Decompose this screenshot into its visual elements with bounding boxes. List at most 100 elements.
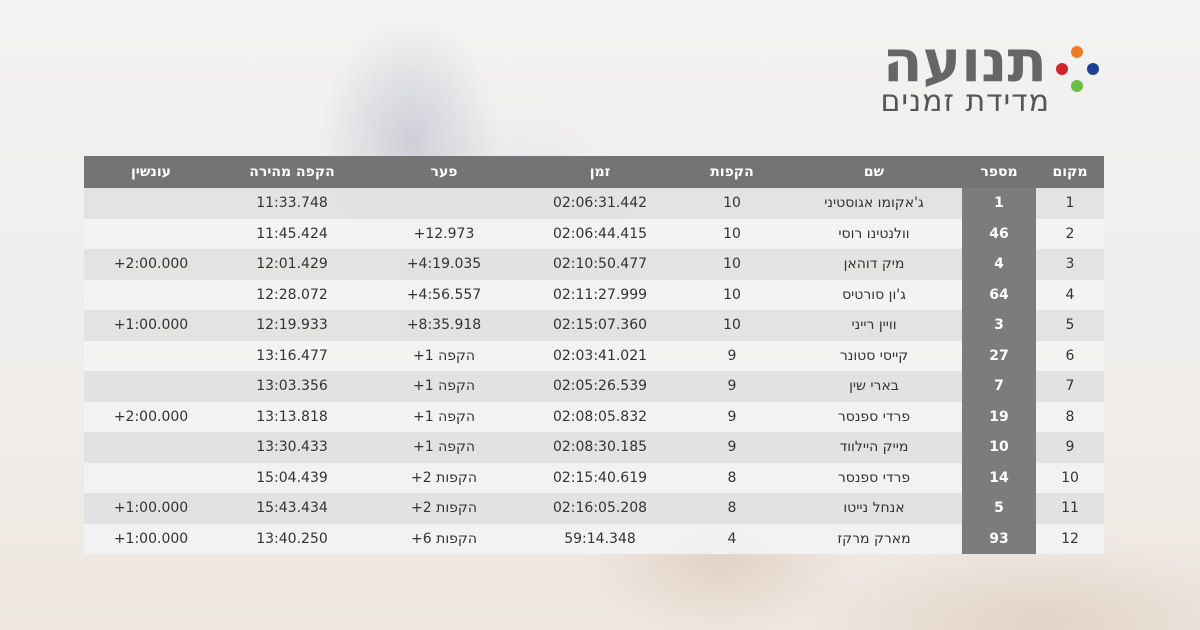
table-row[interactable]: 12 93 מארק מרקז 4 59:14.348 +6 הקפות 13:40.250…	[84, 523, 1104, 554]
place-cell-text: 11	[1061, 500, 1079, 517]
orange-dot-icon	[1071, 46, 1083, 58]
table-row[interactable]: 3 4 מיק דוהאן 10 02:10:50.477 +4:19.035 12:01.…	[84, 249, 1104, 280]
laps-cell: 8	[678, 493, 786, 524]
table-row[interactable]: 7 7 בארי שין 9 02:05:26.539 +1 הקפה 13:03.356	[84, 371, 1104, 402]
rider-name-cell: אנחל נייטו	[786, 493, 962, 524]
place-cell-text: 12	[1061, 530, 1079, 547]
penalty-cell: +2:00.000	[84, 401, 218, 432]
table-row[interactable]: 4 64 ג'ון סורטיס 10 02:11:27.999 +4:56.557 12:…	[84, 279, 1104, 310]
brand-subtitle: מדידת זמנים	[880, 84, 1050, 119]
time-cell-text: 02:06:31.442	[552, 195, 648, 212]
rider-name-cell: קייסי סטונר	[786, 340, 962, 371]
rider-number-cell-text: 7	[994, 378, 1004, 395]
rider-name-cell-text: אנחל נייטו	[843, 500, 905, 517]
time-cell: 59:14.348	[522, 523, 678, 554]
laps-cell: 10	[678, 188, 786, 219]
laps-cell: 9	[678, 401, 786, 432]
column-header-place[interactable]: מקום	[1036, 156, 1104, 188]
results-table-body: 1 1 ג'אקומו אגוסטיני 10 02:06:31.442 11:33.74…	[84, 188, 1104, 554]
time-cell-text: 02:08:05.832	[552, 408, 648, 425]
place-cell: 11	[1036, 493, 1104, 524]
rider-number-cell: 27	[962, 340, 1036, 371]
rider-number-cell: 14	[962, 462, 1036, 493]
gap-cell	[366, 188, 522, 219]
fastest-lap-cell: 11:33.748	[218, 188, 366, 219]
fastest-lap-cell: 15:04.439	[218, 462, 366, 493]
time-cell-text: 02:11:27.999	[552, 286, 648, 303]
gap-cell-text: +1 הקפה	[412, 378, 476, 395]
column-header-penalty[interactable]: עונשין	[84, 156, 218, 188]
column-header-name[interactable]: שם	[786, 156, 962, 188]
time-cell: 02:15:40.619	[522, 462, 678, 493]
green-dot-icon	[1071, 80, 1083, 92]
rider-name-cell-text: פרדי ספנסר	[837, 408, 911, 425]
rider-number-cell-text: 93	[989, 530, 1009, 547]
fastest-lap-cell-text: 13:40.250	[256, 530, 328, 547]
table-row[interactable]: 2 46 וולנטינו רוסי 10 02:06:44.415 +12.973 11:…	[84, 218, 1104, 249]
rider-number-cell-text: 10	[989, 439, 1009, 456]
gap-cell: +1 הקפה	[366, 371, 522, 402]
fastest-lap-cell-text: 13:03.356	[256, 378, 328, 395]
column-header-number[interactable]: מספר	[962, 156, 1036, 188]
brand-title: תנועה	[882, 27, 1047, 95]
rider-number-cell: 3	[962, 310, 1036, 341]
time-cell: 02:03:41.021	[522, 340, 678, 371]
rider-name-cell-text: מייק היילווד	[839, 439, 909, 456]
rider-number-cell-text: 64	[989, 286, 1009, 303]
rider-name-cell: וולנטינו רוסי	[786, 218, 962, 249]
blue-dot-icon	[1087, 63, 1099, 75]
fastest-lap-cell: 13:03.356	[218, 371, 366, 402]
rider-name-cell-text: ג'ון סורטיס	[842, 286, 906, 303]
laps-cell: 9	[678, 371, 786, 402]
penalty-cell: +2:00.000	[84, 249, 218, 280]
table-row[interactable]: 5 3 וויין רייני 10 02:15:07.360 +8:35.918 12:1…	[84, 310, 1104, 341]
time-cell: 02:08:30.185	[522, 432, 678, 463]
laps-cell-text: 9	[727, 378, 737, 395]
table-row[interactable]: 10 14 פרדי ספנסר 8 02:15:40.619 +2 הקפות 15:04…	[84, 462, 1104, 493]
rider-name-cell: פרדי ספנסר	[786, 462, 962, 493]
place-cell-text: 8	[1065, 408, 1075, 425]
rider-name-cell: מייק היילווד	[786, 432, 962, 463]
time-cell: 02:11:27.999	[522, 279, 678, 310]
column-header-fastest-lap[interactable]: הקפה מהירה	[218, 156, 366, 188]
rider-number-cell: 46	[962, 218, 1036, 249]
time-cell: 02:08:05.832	[522, 401, 678, 432]
gap-cell: +8:35.918	[366, 310, 522, 341]
column-header-time[interactable]: זמן	[522, 156, 678, 188]
fastest-lap-cell-text: 12:01.429	[256, 256, 328, 273]
place-cell: 8	[1036, 401, 1104, 432]
gap-cell: +4:19.035	[366, 249, 522, 280]
table-row[interactable]: 8 19 פרדי ספנסר 9 02:08:05.832 +1 הקפה 13:13.8…	[84, 401, 1104, 432]
column-header-laps[interactable]: הקפות	[678, 156, 786, 188]
time-cell-text: 59:14.348	[564, 530, 636, 547]
gap-cell: +2 הקפות	[366, 493, 522, 524]
table-row[interactable]: 9 10 מייק היילווד 9 02:08:30.185 +1 הקפה 13:30…	[84, 432, 1104, 463]
time-cell: 02:06:31.442	[522, 188, 678, 219]
rider-number-cell: 64	[962, 279, 1036, 310]
penalty-cell-text: +2:00.000	[113, 408, 189, 425]
table-row[interactable]: 6 27 קייסי סטונר 9 02:03:41.021 +1 הקפה 13:16.…	[84, 340, 1104, 371]
gap-cell-text: +1 הקפה	[412, 347, 476, 364]
results-table: מקום מספר שם הקפות זמן פער הקפה מהירה עו…	[84, 156, 1104, 554]
time-cell-text: 02:08:30.185	[552, 439, 648, 456]
place-cell: 5	[1036, 310, 1104, 341]
rider-name-cell: מיק דוהאן	[786, 249, 962, 280]
place-cell-text: 6	[1065, 347, 1075, 364]
gap-cell: +6 הקפות	[366, 523, 522, 554]
penalty-cell: +1:00.000	[84, 523, 218, 554]
time-cell-text: 02:10:50.477	[552, 256, 648, 273]
place-cell-text: 5	[1065, 317, 1075, 334]
table-row[interactable]: 11 5 אנחל נייטו 8 02:16:05.208 +2 הקפות 15:43.…	[84, 493, 1104, 524]
place-cell-text: 7	[1065, 378, 1075, 395]
rider-name-cell: ג'אקומו אגוסטיני	[786, 188, 962, 219]
fastest-lap-cell-text: 13:13.818	[256, 408, 328, 425]
time-cell-text: 02:05:26.539	[552, 378, 648, 395]
time-cell: 02:06:44.415	[522, 218, 678, 249]
column-header-gap[interactable]: פער	[366, 156, 522, 188]
table-row[interactable]: 1 1 ג'אקומו אגוסטיני 10 02:06:31.442 11:33.74…	[84, 188, 1104, 219]
penalty-cell-text: +1:00.000	[113, 530, 189, 547]
laps-cell: 10	[678, 249, 786, 280]
gap-cell-text: +1 הקפה	[412, 439, 476, 456]
laps-cell: 8	[678, 462, 786, 493]
time-cell: 02:10:50.477	[522, 249, 678, 280]
